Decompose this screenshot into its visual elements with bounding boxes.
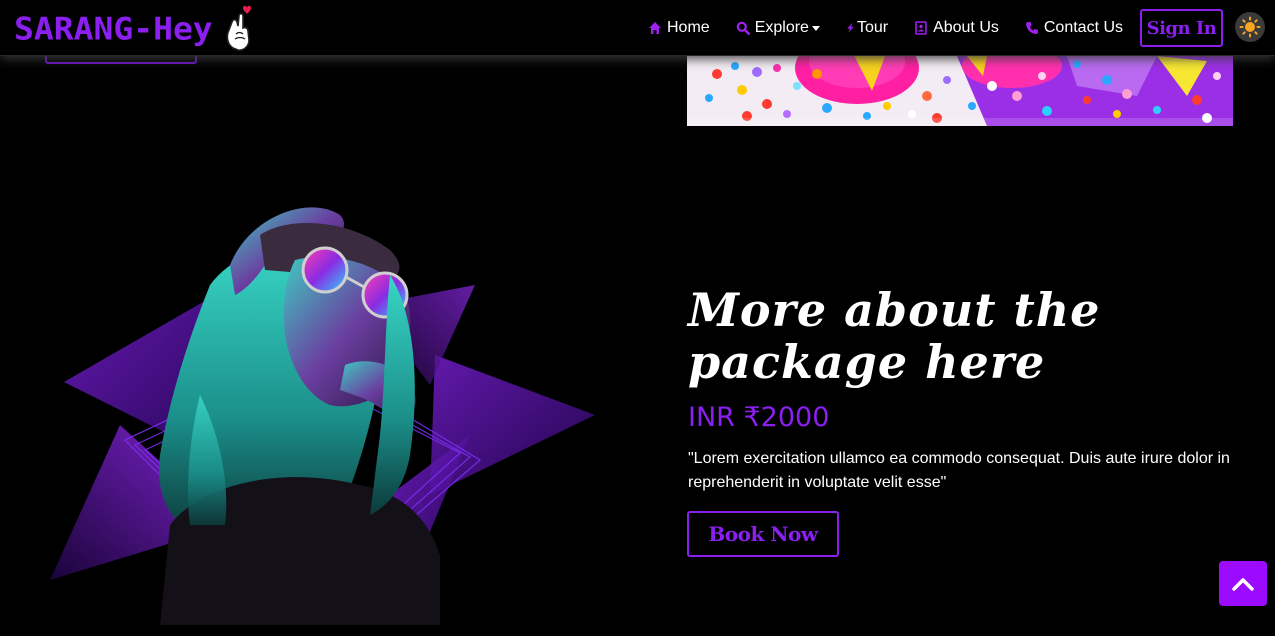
nav-label-contact: Contact Us xyxy=(1043,19,1124,36)
nav-item-explore[interactable]: Explore xyxy=(736,19,820,37)
nav-label-home: Home xyxy=(667,19,710,36)
package-title: More about the package here xyxy=(688,283,1101,389)
chevron-up-icon xyxy=(1232,577,1254,591)
book-now-button[interactable]: Book Now xyxy=(687,511,839,557)
nav-item-about[interactable]: About Us xyxy=(914,19,999,37)
nav-label-explore: Explore xyxy=(754,19,809,36)
search-icon xyxy=(736,21,750,35)
nav-item-tour[interactable]: Tour xyxy=(846,19,888,37)
hero-image xyxy=(50,195,610,625)
scroll-to-top-button[interactable] xyxy=(1219,561,1267,606)
phone-icon xyxy=(1025,22,1038,34)
nav-label-tour: Tour xyxy=(856,19,889,36)
sun-icon xyxy=(1239,16,1261,38)
package-description: "Lorem exercitation ullamco ea commodo c… xyxy=(688,450,1230,491)
theme-toggle-button[interactable] xyxy=(1235,12,1265,42)
nav-links: Home Explore Tour About Us Contact Us xyxy=(648,0,1149,56)
party-banner-image xyxy=(687,56,1233,126)
nav-label-about: About Us xyxy=(933,19,999,36)
home-icon xyxy=(649,22,661,34)
finger-heart-icon xyxy=(226,5,251,51)
brand-name[interactable]: SARANG-Hey xyxy=(14,9,213,46)
bolt-icon xyxy=(847,23,854,33)
chevron-down-icon xyxy=(811,25,820,31)
brand-logo[interactable]: SARANG-Hey xyxy=(14,5,255,51)
sign-in-button[interactable]: Sign In xyxy=(1140,9,1223,47)
navbar: SARANG-Hey Home Explore Tour About Us Co… xyxy=(0,0,1275,56)
package-price: INR ₹2000 xyxy=(688,402,830,433)
nav-item-contact[interactable]: Contact Us xyxy=(1025,19,1123,37)
contact-card-icon xyxy=(915,21,927,35)
nav-item-home[interactable]: Home xyxy=(648,19,710,37)
